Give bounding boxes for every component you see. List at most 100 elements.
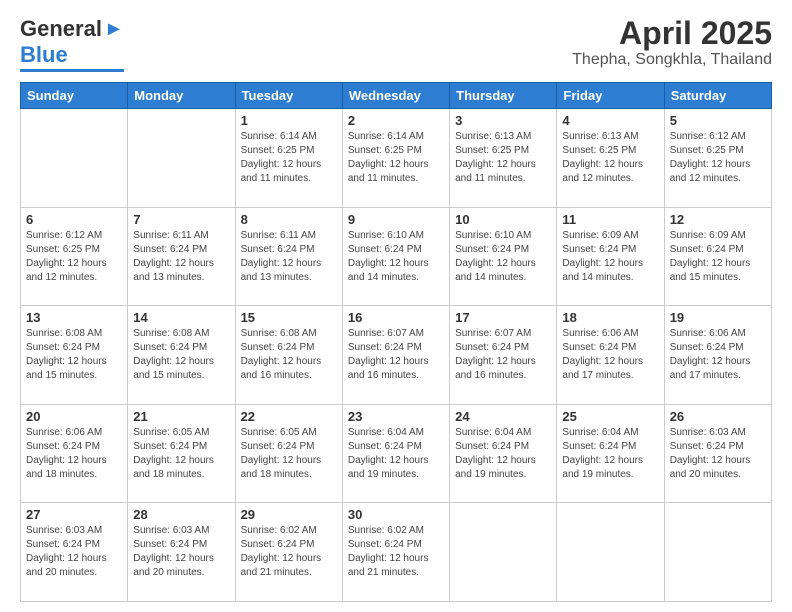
- sunrise-text: Sunrise: 6:13 AM: [455, 130, 551, 144]
- sunrise-text: Sunrise: 6:04 AM: [348, 426, 444, 440]
- calendar-subtitle: Thepha, Songkhla, Thailand: [572, 51, 772, 69]
- sunset-text: Sunset: 6:24 PM: [670, 341, 766, 355]
- daylight-text: Daylight: 12 hours and 19 minutes.: [348, 454, 444, 482]
- daylight-text: Daylight: 12 hours and 11 minutes.: [348, 158, 444, 186]
- day-number: 25: [562, 409, 658, 424]
- calendar-cell: 18Sunrise: 6:06 AMSunset: 6:24 PMDayligh…: [557, 306, 664, 405]
- daylight-text: Daylight: 12 hours and 21 minutes.: [241, 552, 337, 580]
- title-block: April 2025 Thepha, Songkhla, Thailand: [572, 16, 772, 69]
- day-info: Sunrise: 6:14 AMSunset: 6:25 PMDaylight:…: [241, 130, 337, 186]
- calendar-title: April 2025: [572, 16, 772, 51]
- col-header-sunday: Sunday: [21, 83, 128, 109]
- sunrise-text: Sunrise: 6:09 AM: [562, 229, 658, 243]
- calendar-cell: [21, 109, 128, 208]
- daylight-text: Daylight: 12 hours and 13 minutes.: [133, 257, 229, 285]
- day-info: Sunrise: 6:11 AMSunset: 6:24 PMDaylight:…: [133, 229, 229, 285]
- day-number: 14: [133, 310, 229, 325]
- logo-blue-text: Blue: [20, 42, 68, 68]
- sunrise-text: Sunrise: 6:09 AM: [670, 229, 766, 243]
- sunset-text: Sunset: 6:24 PM: [133, 243, 229, 257]
- calendar-cell: 13Sunrise: 6:08 AMSunset: 6:24 PMDayligh…: [21, 306, 128, 405]
- calendar-cell: [128, 109, 235, 208]
- sunset-text: Sunset: 6:24 PM: [241, 440, 337, 454]
- logo: General ► Blue: [20, 16, 124, 72]
- sunset-text: Sunset: 6:25 PM: [348, 144, 444, 158]
- calendar-cell: 19Sunrise: 6:06 AMSunset: 6:24 PMDayligh…: [664, 306, 771, 405]
- day-number: 30: [348, 507, 444, 522]
- col-header-friday: Friday: [557, 83, 664, 109]
- day-info: Sunrise: 6:14 AMSunset: 6:25 PMDaylight:…: [348, 130, 444, 186]
- day-info: Sunrise: 6:06 AMSunset: 6:24 PMDaylight:…: [26, 426, 122, 482]
- sunrise-text: Sunrise: 6:08 AM: [133, 327, 229, 341]
- calendar-cell: [664, 503, 771, 602]
- calendar-cell: 21 Sunrise: 6:05 AMSunset: 6:24 PMDayligh…: [128, 404, 235, 503]
- day-info: Sunrise: 6:11 AMSunset: 6:24 PMDaylight:…: [241, 229, 337, 285]
- sunset-text: Sunset: 6:24 PM: [241, 243, 337, 257]
- col-header-monday: Monday: [128, 83, 235, 109]
- sunrise-text: Sunrise: 6:12 AM: [670, 130, 766, 144]
- calendar-cell: 20 Sunrise: 6:06 AMSunset: 6:24 PMDayligh…: [21, 404, 128, 503]
- sunrise-text: Sunrise: 6:08 AM: [241, 327, 337, 341]
- calendar-cell: 25 Sunrise: 6:04 AMSunset: 6:24 PMDayligh…: [557, 404, 664, 503]
- sunrise-text: Sunrise: 6:14 AM: [241, 130, 337, 144]
- day-info: Sunrise: 6:08 AMSunset: 6:24 PMDaylight:…: [133, 327, 229, 383]
- day-number: 6: [26, 212, 122, 227]
- sunset-text: Sunset: 6:24 PM: [455, 243, 551, 257]
- daylight-text: Daylight: 12 hours and 17 minutes.: [670, 355, 766, 383]
- daylight-text: Daylight: 12 hours and 11 minutes.: [241, 158, 337, 186]
- logo-general-text: General: [20, 16, 102, 42]
- daylight-text: Daylight: 12 hours and 16 minutes.: [241, 355, 337, 383]
- sunrise-text: Sunrise: 6:05 AM: [241, 426, 337, 440]
- calendar-cell: 28 Sunrise: 6:03 AMSunset: 6:24 PMDayligh…: [128, 503, 235, 602]
- sunrise-text: Sunrise: 6:13 AM: [562, 130, 658, 144]
- calendar-cell: 7Sunrise: 6:11 AMSunset: 6:24 PMDaylight…: [128, 207, 235, 306]
- sunset-text: Sunset: 6:24 PM: [455, 341, 551, 355]
- day-number: 20: [26, 409, 122, 424]
- sunset-text: Sunset: 6:24 PM: [133, 440, 229, 454]
- calendar-cell: 2Sunrise: 6:14 AMSunset: 6:25 PMDaylight…: [342, 109, 449, 208]
- day-info: Sunrise: 6:04 AMSunset: 6:24 PMDaylight:…: [562, 426, 658, 482]
- daylight-text: Daylight: 12 hours and 18 minutes.: [241, 454, 337, 482]
- sunset-text: Sunset: 6:24 PM: [562, 341, 658, 355]
- sunset-text: Sunset: 6:24 PM: [133, 538, 229, 552]
- daylight-text: Daylight: 12 hours and 19 minutes.: [455, 454, 551, 482]
- sunrise-text: Sunrise: 6:03 AM: [670, 426, 766, 440]
- sunrise-text: Sunrise: 6:04 AM: [562, 426, 658, 440]
- calendar-cell: [450, 503, 557, 602]
- sunset-text: Sunset: 6:25 PM: [670, 144, 766, 158]
- sunrise-text: Sunrise: 6:03 AM: [26, 524, 122, 538]
- daylight-text: Daylight: 12 hours and 13 minutes.: [241, 257, 337, 285]
- sunset-text: Sunset: 6:24 PM: [26, 341, 122, 355]
- day-number: 12: [670, 212, 766, 227]
- calendar-cell: 14 Sunrise: 6:08 AMSunset: 6:24 PMDayligh…: [128, 306, 235, 405]
- calendar-cell: 3Sunrise: 6:13 AMSunset: 6:25 PMDaylight…: [450, 109, 557, 208]
- daylight-text: Daylight: 12 hours and 16 minutes.: [348, 355, 444, 383]
- day-info: Sunrise: 6:05 AMSunset: 6:24 PMDaylight:…: [133, 426, 229, 482]
- header: General ► Blue April 2025 Thepha, Songkh…: [20, 16, 772, 72]
- day-number: 23: [348, 409, 444, 424]
- day-info: Sunrise: 6:08 AMSunset: 6:24 PMDaylight:…: [241, 327, 337, 383]
- day-number: 24: [455, 409, 551, 424]
- day-number: 10: [455, 212, 551, 227]
- day-info: Sunrise: 6:03 AMSunset: 6:24 PMDaylight:…: [133, 524, 229, 580]
- calendar-cell: 15Sunrise: 6:08 AMSunset: 6:24 PMDayligh…: [235, 306, 342, 405]
- daylight-text: Daylight: 12 hours and 15 minutes.: [133, 355, 229, 383]
- daylight-text: Daylight: 12 hours and 14 minutes.: [562, 257, 658, 285]
- calendar-cell: 24 Sunrise: 6:04 AMSunset: 6:24 PMDayligh…: [450, 404, 557, 503]
- sunrise-text: Sunrise: 6:06 AM: [26, 426, 122, 440]
- daylight-text: Daylight: 12 hours and 12 minutes.: [670, 158, 766, 186]
- sunrise-text: Sunrise: 6:11 AM: [133, 229, 229, 243]
- daylight-text: Daylight: 12 hours and 11 minutes.: [455, 158, 551, 186]
- day-number: 17: [455, 310, 551, 325]
- day-info: Sunrise: 6:09 AMSunset: 6:24 PMDaylight:…: [562, 229, 658, 285]
- sunset-text: Sunset: 6:24 PM: [348, 440, 444, 454]
- sunrise-text: Sunrise: 6:06 AM: [562, 327, 658, 341]
- day-info: Sunrise: 6:13 AMSunset: 6:25 PMDaylight:…: [455, 130, 551, 186]
- day-info: Sunrise: 6:10 AMSunset: 6:24 PMDaylight:…: [348, 229, 444, 285]
- day-number: 21: [133, 409, 229, 424]
- logo-bird-icon: ►: [104, 18, 124, 41]
- day-number: 28: [133, 507, 229, 522]
- sunset-text: Sunset: 6:24 PM: [348, 341, 444, 355]
- day-info: Sunrise: 6:04 AMSunset: 6:24 PMDaylight:…: [455, 426, 551, 482]
- sunrise-text: Sunrise: 6:05 AM: [133, 426, 229, 440]
